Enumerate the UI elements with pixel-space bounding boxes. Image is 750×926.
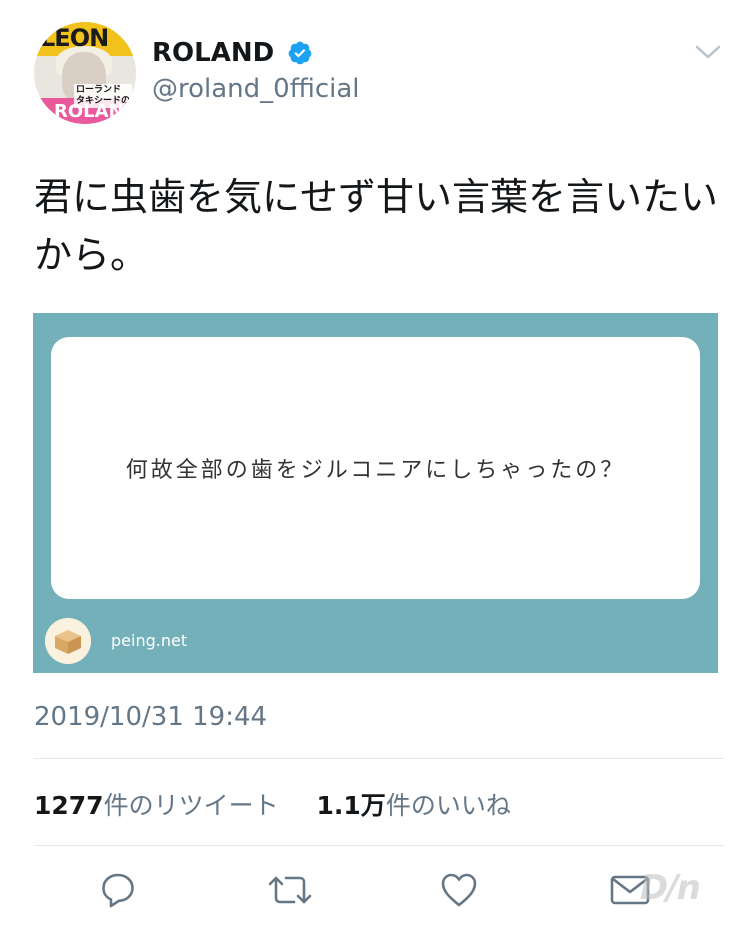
watermark-logo: D/n — [640, 868, 701, 908]
question-text: 何故全部の歯をジルコニアにしちゃったの？ — [125, 458, 626, 483]
question-panel: 何故全部の歯をジルコニアにしちゃったの？ — [51, 337, 700, 599]
display-name[interactable]: ROLAND — [152, 38, 274, 68]
image-card[interactable]: 何故全部の歯をジルコニアにしちゃったの？ peing.net — [33, 313, 718, 673]
chevron-down-icon[interactable] — [694, 42, 722, 62]
like-icon[interactable] — [439, 870, 479, 910]
retweet-count: 1277 — [34, 791, 104, 820]
tweet-timestamp[interactable]: 2019/10/31 19:44 — [34, 702, 267, 732]
retweet-stat[interactable]: 1277件のリツイート — [34, 791, 279, 820]
avatar-magazine-title: LEON — [40, 24, 109, 52]
like-count: 1.1万 — [316, 791, 386, 820]
retweet-icon[interactable] — [268, 870, 312, 910]
retweet-label: 件のリツイート — [103, 791, 279, 820]
avatar[interactable]: LEON ローランド タキシードの ROLAND — [34, 22, 136, 124]
divider — [34, 758, 724, 759]
tweet-text: 君に虫歯を気にせず甘い言葉を言いたいから。 — [34, 175, 719, 277]
verified-badge-icon — [288, 41, 312, 65]
box-icon — [45, 618, 91, 664]
like-stat[interactable]: 1.1万件のいいね — [317, 791, 511, 820]
user-handle[interactable]: @roland_0fficial — [152, 74, 360, 104]
avatar-cover-bottom-text: ROLAND — [54, 101, 136, 122]
card-site-label: peing.net — [111, 631, 188, 650]
tweet-stats: 1277件のリツイート 1.1万件のいいね — [34, 786, 511, 822]
reply-icon[interactable] — [98, 870, 138, 910]
like-label: 件のいいね — [385, 791, 511, 820]
divider — [34, 845, 724, 846]
